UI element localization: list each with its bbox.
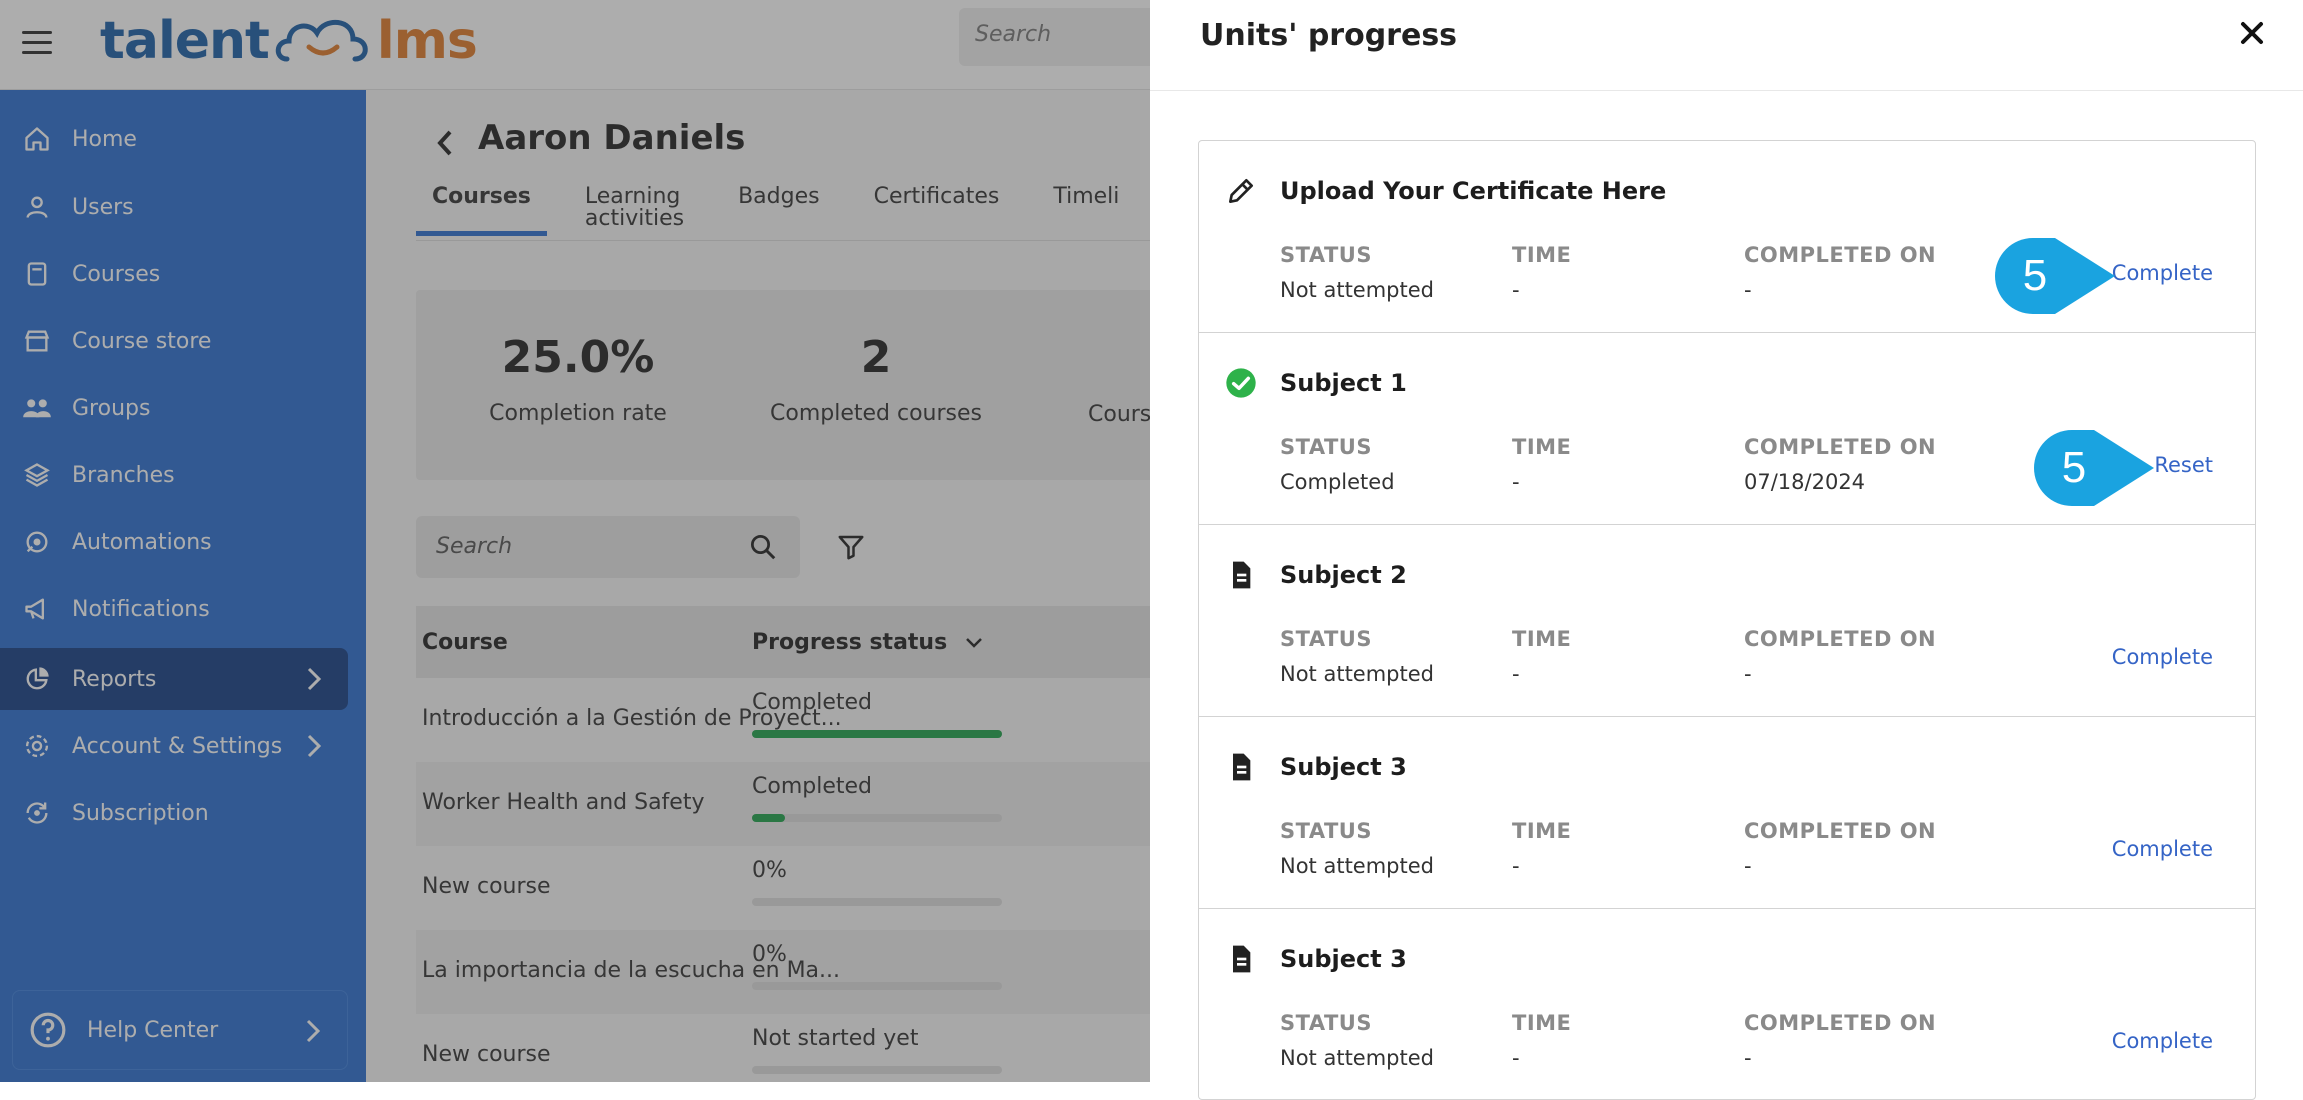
- status-label: STATUS: [1280, 1011, 1372, 1035]
- unit-name: Upload Your Certificate Here: [1280, 177, 1667, 205]
- complete-link[interactable]: Complete: [2112, 261, 2213, 285]
- time-label: TIME: [1512, 819, 1572, 843]
- time-value: -: [1512, 662, 1520, 686]
- complete-link[interactable]: Complete: [2112, 837, 2213, 861]
- completed-on-value: -: [1744, 1046, 1752, 1070]
- completed-on-value: -: [1744, 278, 1752, 302]
- time-label: TIME: [1512, 627, 1572, 651]
- time-value: -: [1512, 854, 1520, 878]
- time-value: -: [1512, 1046, 1520, 1070]
- status-value: Not attempted: [1280, 854, 1434, 878]
- status-label: STATUS: [1280, 627, 1372, 651]
- unit-name: Subject 3: [1280, 945, 1407, 973]
- check-circle-icon: [1225, 367, 1257, 399]
- panel-title: Units' progress: [1200, 18, 1458, 53]
- completed-on-label: COMPLETED ON: [1744, 243, 1937, 267]
- unit-name: Subject 1: [1280, 369, 1407, 397]
- step-callout-marker: 5: [2034, 430, 2154, 506]
- callout-number: 5: [2023, 251, 2047, 300]
- status-value: Completed: [1280, 470, 1395, 494]
- unit-row: Subject 3 STATUS TIME COMPLETED ON Not a…: [1199, 717, 2255, 909]
- document-icon: [1225, 559, 1257, 591]
- callout-number: 5: [2062, 443, 2086, 492]
- status-label: STATUS: [1280, 243, 1372, 267]
- status-value: Not attempted: [1280, 1046, 1434, 1070]
- time-label: TIME: [1512, 1011, 1572, 1035]
- completed-on-value: -: [1744, 662, 1752, 686]
- completed-on-value: -: [1744, 854, 1752, 878]
- units-progress-panel: Units' progress Upload Your Certificate …: [1150, 0, 2303, 1100]
- time-value: -: [1512, 470, 1520, 494]
- status-label: STATUS: [1280, 819, 1372, 843]
- completed-on-value: 07/18/2024: [1744, 470, 1866, 494]
- step-callout-marker: 5: [1995, 238, 2115, 314]
- modal-backdrop[interactable]: [0, 0, 1150, 1082]
- unit-name: Subject 3: [1280, 753, 1407, 781]
- unit-row: Subject 2 STATUS TIME COMPLETED ON Not a…: [1199, 525, 2255, 717]
- completed-on-label: COMPLETED ON: [1744, 627, 1937, 651]
- complete-link[interactable]: Complete: [2112, 1029, 2213, 1053]
- unit-row: Subject 3 STATUS TIME COMPLETED ON Not a…: [1199, 909, 2255, 1099]
- completed-on-label: COMPLETED ON: [1744, 819, 1937, 843]
- unit-row: Upload Your Certificate Here STATUS TIME…: [1199, 141, 2255, 333]
- complete-link[interactable]: Complete: [2112, 645, 2213, 669]
- document-icon: [1225, 943, 1257, 975]
- completed-on-label: COMPLETED ON: [1744, 435, 1937, 459]
- status-value: Not attempted: [1280, 278, 1434, 302]
- status-value: Not attempted: [1280, 662, 1434, 686]
- reset-link[interactable]: Reset: [2154, 453, 2213, 477]
- time-label: TIME: [1512, 435, 1572, 459]
- time-value: -: [1512, 278, 1520, 302]
- completed-on-label: COMPLETED ON: [1744, 1011, 1937, 1035]
- status-label: STATUS: [1280, 435, 1372, 459]
- panel-header-divider: [1150, 90, 2303, 91]
- time-label: TIME: [1512, 243, 1572, 267]
- unit-row: Subject 1 STATUS TIME COMPLETED ON Compl…: [1199, 333, 2255, 525]
- document-icon: [1225, 751, 1257, 783]
- units-list: Upload Your Certificate Here STATUS TIME…: [1198, 140, 2256, 1100]
- unit-name: Subject 2: [1280, 561, 1407, 589]
- close-icon[interactable]: [2239, 20, 2265, 50]
- pencil-icon: [1225, 175, 1257, 207]
